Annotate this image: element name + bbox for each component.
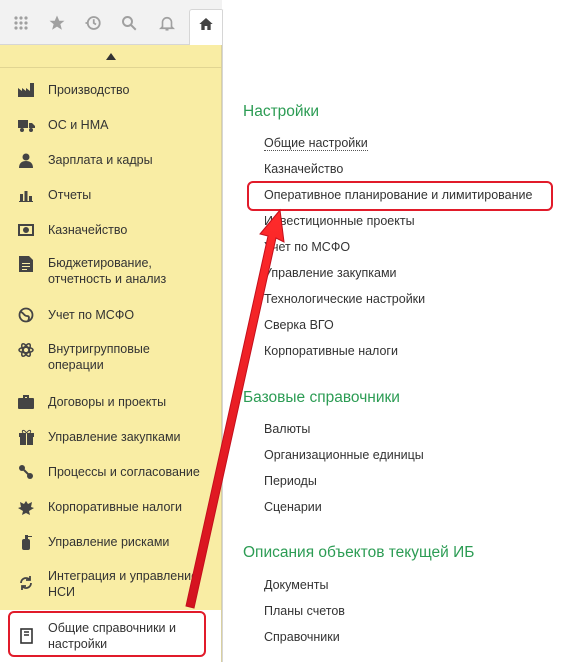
- sidebar-item-label: Управление рисками: [48, 535, 170, 549]
- truck-icon: [17, 116, 35, 134]
- link-general-settings[interactable]: Общие настройки: [264, 136, 368, 151]
- link-technological-settings[interactable]: Технологические настройки: [264, 292, 425, 306]
- history-icon[interactable]: [82, 12, 104, 34]
- sidebar-item-risk-management[interactable]: Управление рисками: [0, 533, 221, 551]
- sidebar-item-processes[interactable]: Процессы и согласование: [0, 463, 221, 481]
- triangle-up-icon: [105, 52, 116, 60]
- process-icon: [17, 463, 35, 481]
- sidebar-item-label: Зарплата и кадры: [48, 153, 153, 167]
- sidebar-item-intragroup[interactable]: Внутригрупповые операции: [0, 341, 221, 375]
- sidebar-item-label: Внутригрупповые операции: [48, 342, 150, 372]
- sidebar-item-production[interactable]: Производство: [0, 81, 221, 99]
- banknote-icon: [17, 221, 35, 239]
- sidebar-item-ifrs[interactable]: Учет по МСФО: [0, 306, 221, 324]
- bell-icon[interactable]: [156, 12, 178, 34]
- highlight-box-general-settings: [8, 611, 206, 657]
- sidebar-item-budgeting[interactable]: Бюджетирование, отчетность и анализ: [0, 255, 221, 289]
- atom-icon: [17, 341, 35, 359]
- eagle-icon: [17, 498, 35, 516]
- bar-chart-icon: [17, 186, 35, 204]
- star-icon[interactable]: [46, 12, 68, 34]
- sidebar-item-label: Интеграция и управление НСИ: [48, 569, 199, 599]
- link-procurement[interactable]: Управление закупками: [264, 266, 397, 280]
- scroll-up-button[interactable]: [0, 45, 221, 68]
- sidebar-item-contracts[interactable]: Договоры и проекты: [0, 393, 221, 411]
- sidebar-item-label: Казначейство: [48, 223, 128, 237]
- sidebar-item-reports[interactable]: Отчеты: [0, 186, 221, 204]
- sidebar-item-label: Договоры и проекты: [48, 395, 167, 409]
- sidebar-item-label: Отчеты: [48, 188, 92, 202]
- budget-icon: [17, 255, 35, 273]
- link-investment-projects[interactable]: Инвестиционные проекты: [264, 214, 415, 228]
- gift-icon: [17, 428, 35, 446]
- fire-extinguisher-icon: [17, 533, 35, 551]
- link-charts-of-accounts[interactable]: Планы счетов: [264, 604, 345, 618]
- sidebar-item-label: Управление закупками: [48, 430, 181, 444]
- sidebar-item-label: Учет по МСФО: [48, 308, 135, 322]
- highlight-box-operational-planning: [247, 181, 553, 211]
- sidebar-item-label: Производство: [48, 83, 130, 97]
- link-documents[interactable]: Документы: [264, 578, 328, 592]
- sidebar-item-label: Бюджетирование, отчетность и анализ: [48, 256, 167, 286]
- sidebar-item-payroll[interactable]: Зарплата и кадры: [0, 151, 221, 169]
- link-currencies[interactable]: Валюты: [264, 422, 310, 436]
- link-organizational-units[interactable]: Организационные единицы: [264, 448, 424, 462]
- sidebar-item-label: Процессы и согласование: [48, 465, 200, 479]
- factory-icon: [17, 81, 35, 99]
- sidebar-item-corporate-taxes[interactable]: Корпоративные налоги: [0, 498, 221, 516]
- link-catalogs[interactable]: Справочники: [264, 630, 340, 644]
- sidebar-item-label: ОС и НМА: [48, 118, 109, 132]
- link-periods[interactable]: Периоды: [264, 474, 317, 488]
- section-title-object-descriptions: Описания объектов текущей ИБ: [243, 544, 475, 561]
- link-intragroup-reconciliation[interactable]: Сверка ВГО: [264, 318, 334, 332]
- sidebar: Производство ОС и НМА Зарплата и кадры О…: [0, 45, 222, 662]
- search-icon[interactable]: [118, 12, 140, 34]
- tab-home[interactable]: [189, 9, 224, 46]
- link-corporate-taxes[interactable]: Корпоративные налоги: [264, 344, 398, 358]
- section-title-base-catalogs: Базовые справочники: [243, 389, 400, 406]
- briefcase-icon: [17, 393, 35, 411]
- sidebar-item-procurement[interactable]: Управление закупками: [0, 428, 221, 446]
- section-title-settings: Настройки: [243, 103, 320, 120]
- link-treasury[interactable]: Казначейство: [264, 162, 343, 176]
- globe-icon: [17, 306, 35, 324]
- apps-grid-icon[interactable]: [10, 12, 32, 34]
- person-icon: [17, 151, 35, 169]
- link-scenarios[interactable]: Сценарии: [264, 500, 322, 514]
- sidebar-item-fixed-assets[interactable]: ОС и НМА: [0, 116, 221, 134]
- home-icon: [195, 13, 217, 35]
- sidebar-item-treasury[interactable]: Казначейство: [0, 221, 221, 239]
- sidebar-item-integration[interactable]: Интеграция и управление НСИ: [0, 568, 221, 602]
- link-ifrs[interactable]: Учет по МСФО: [264, 240, 350, 254]
- sync-icon: [17, 574, 35, 592]
- sidebar-item-label: Корпоративные налоги: [48, 500, 182, 514]
